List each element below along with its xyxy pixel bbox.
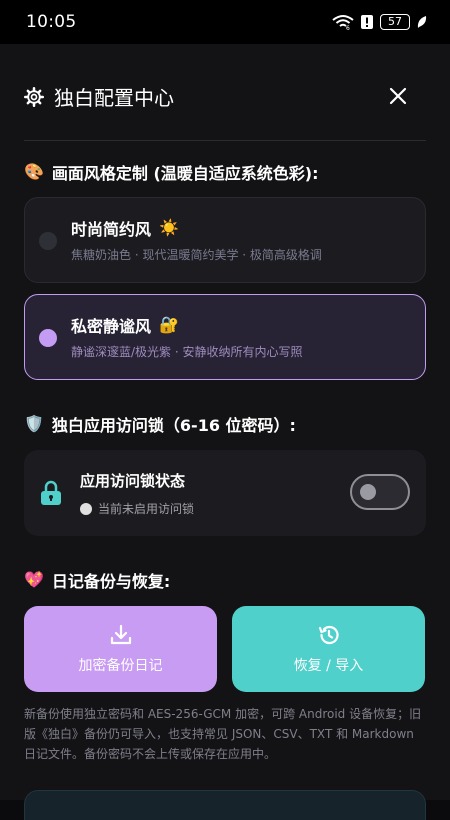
lock-icon-wrap (40, 480, 62, 510)
status-icons: 6 57 (332, 14, 428, 30)
wifi-icon: 6 (332, 15, 354, 30)
theme-option-private[interactable]: 私密静谧风 🔐 静谧深邃蓝/极光紫 · 安静收纳所有内心写照 (24, 294, 426, 380)
leaf-icon (417, 16, 427, 28)
svg-text:6: 6 (346, 25, 350, 30)
radio-fashion[interactable] (39, 232, 57, 250)
battery-indicator: 57 (380, 14, 410, 30)
gear-icon (24, 86, 44, 107)
status-bar: 10:05 6 57 (0, 0, 450, 44)
close-icon (389, 87, 407, 105)
config-panel: 独白配置中心 🎨 画面风格定制 (温暖自适应系统色彩): 时尚简约风 ☀️ 焦糖… (0, 44, 450, 820)
lock-card-title: 应用访问锁状态 (80, 472, 186, 490)
sun-icon: ☀️ (159, 218, 179, 237)
theme-section-label: 画面风格定制 (温暖自适应系统色彩): (51, 164, 319, 183)
status-dot-icon (80, 502, 92, 515)
option-label-fashion: 时尚简约风 (71, 220, 152, 239)
backup-section-title: 💖 日记备份与恢复: (24, 568, 170, 592)
toggle-knob (360, 484, 376, 500)
lock-section-title: 🛡️ 独白应用访问锁（6-16 位密码）: (24, 412, 296, 436)
status-time: 10:05 (26, 12, 77, 32)
backup-section-label: 日记备份与恢复: (51, 572, 171, 591)
restore-button[interactable]: 恢复 / 导入 (232, 606, 425, 692)
backup-footnote: 新备份使用独立密码和 AES-256-GCM 加密，可跨 Android 设备恢… (24, 707, 422, 761)
backup-label: 加密备份日记 (78, 658, 163, 674)
page-title: 独白配置中心 (54, 86, 174, 110)
header-title-wrap: 独白配置中心 (24, 82, 174, 111)
lock-section-label: 独白应用访问锁（6-16 位密码）: (51, 416, 296, 435)
lock-status-line: 当前未启用访问锁 (80, 500, 194, 517)
theme-section-title: 🎨 画面风格定制 (温暖自适应系统色彩): (24, 160, 319, 184)
alert-icon (361, 15, 373, 29)
download-icon (110, 624, 131, 645)
lock-status-text: 当前未启用访问锁 (98, 502, 195, 516)
restore-label: 恢复 / 导入 (293, 658, 364, 674)
option-name-fashion: 时尚简约风 ☀️ (71, 216, 179, 240)
lock-toggle[interactable] (350, 474, 410, 510)
palette-icon: 🎨 (24, 162, 44, 181)
option-desc-fashion: 焦糖奶油色 · 现代温暖简约美学 · 极简高级格调 (71, 248, 322, 262)
backup-button[interactable]: 加密备份日记 (24, 606, 217, 692)
option-label-private: 私密静谧风 (71, 317, 152, 336)
radio-private[interactable] (39, 329, 57, 347)
lock-emoji-icon: 🔐 (159, 315, 179, 334)
next-section-card (24, 790, 426, 820)
option-desc-private: 静谧深邃蓝/极光紫 · 安静收纳所有内心写照 (71, 345, 303, 359)
shield-icon: 🛡️ (24, 414, 44, 433)
heart-icon: 💖 (24, 570, 44, 589)
header-divider (24, 140, 426, 141)
theme-option-fashion[interactable]: 时尚简约风 ☀️ 焦糖奶油色 · 现代温暖简约美学 · 极简高级格调 (24, 197, 426, 283)
panel-header: 独白配置中心 (0, 44, 450, 142)
lock-status-card: 应用访问锁状态 当前未启用访问锁 (24, 450, 426, 536)
option-name-private: 私密静谧风 🔐 (71, 313, 179, 337)
history-icon (318, 625, 339, 645)
lock-icon (41, 480, 61, 505)
close-button[interactable] (386, 84, 410, 108)
